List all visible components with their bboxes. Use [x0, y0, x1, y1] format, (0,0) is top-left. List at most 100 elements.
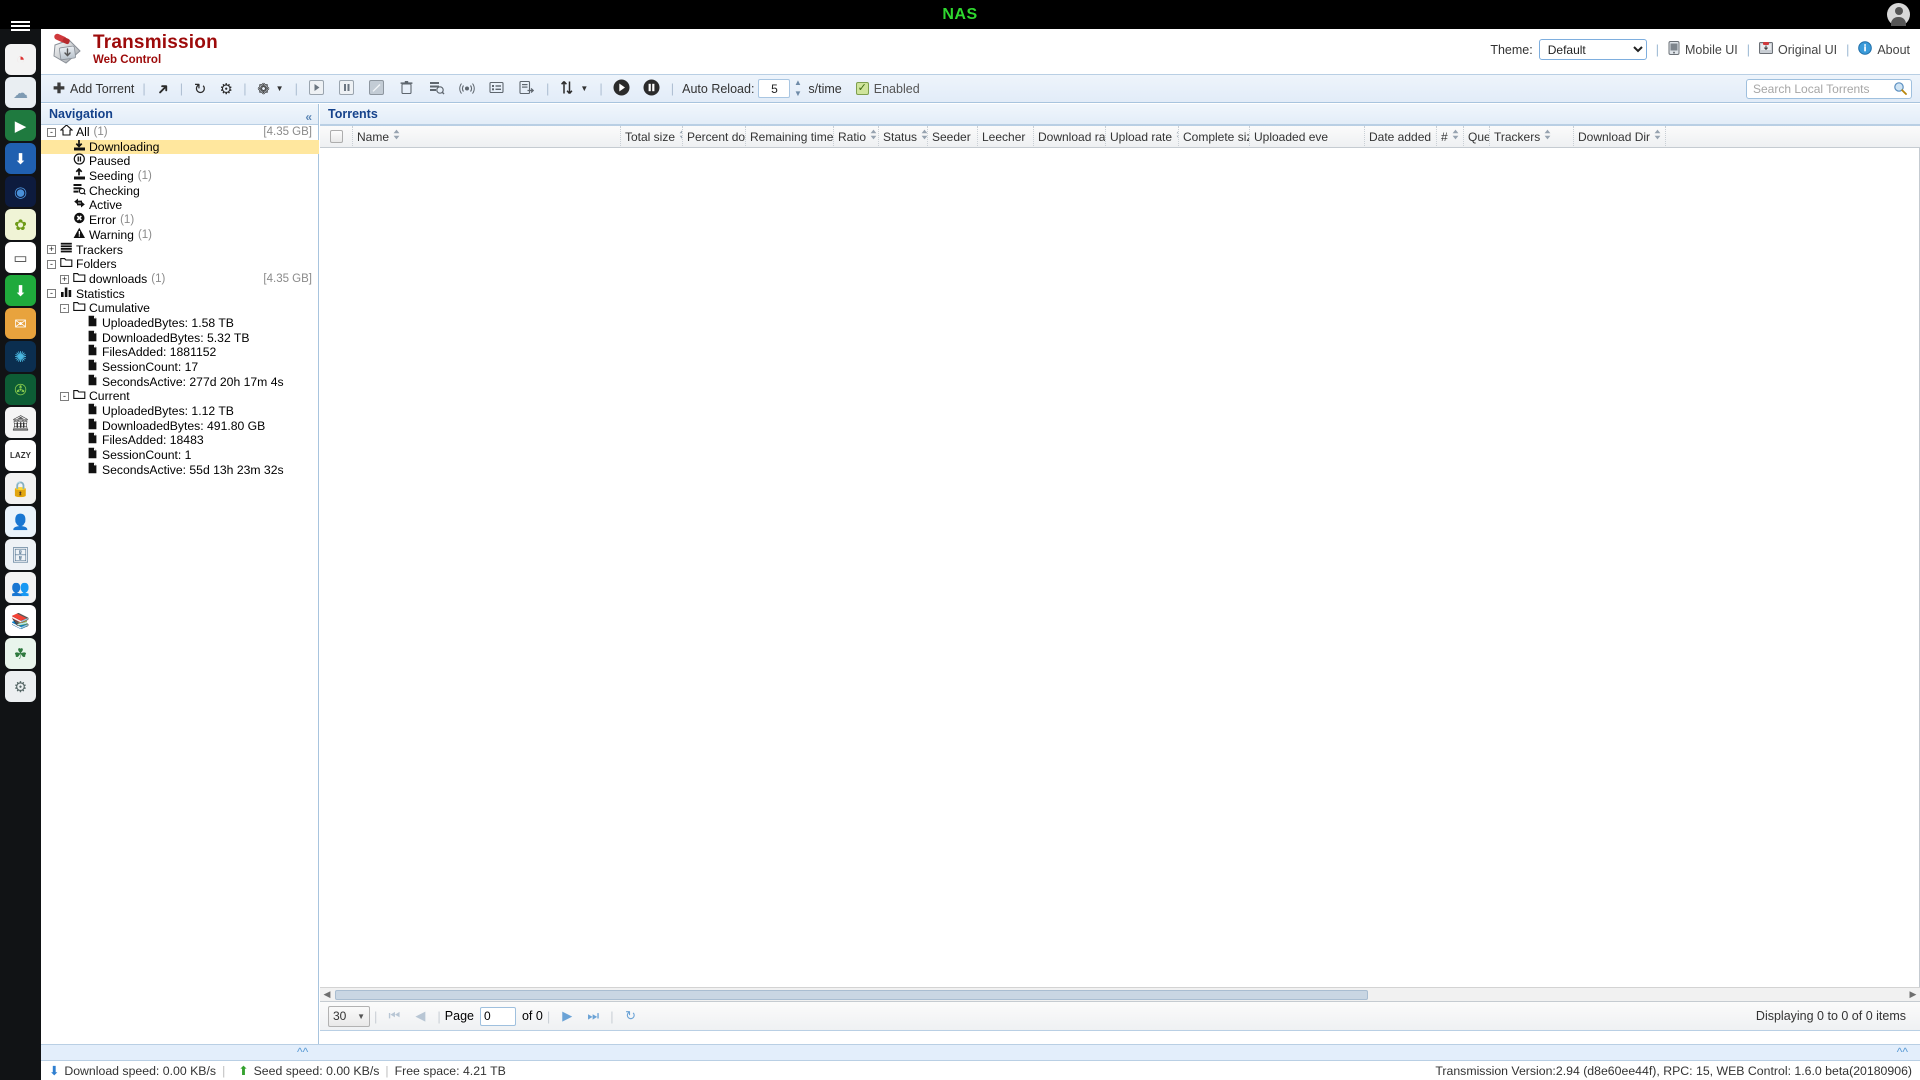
- rail-app-lazylibrarian-icon[interactable]: LAZY: [5, 440, 36, 471]
- refresh-page-icon[interactable]: ↻: [618, 1008, 644, 1024]
- tree-node-all[interactable]: - All (1) [4.35 GB]: [41, 125, 319, 140]
- tree-node-filesadded-1881152[interactable]: FilesAdded: 1881152: [41, 345, 319, 360]
- column-header-download-rate[interactable]: Download rate: [1034, 126, 1106, 147]
- column-header-complete-size[interactable]: Complete size: [1179, 126, 1250, 147]
- tree-node-folders[interactable]: - Folders: [41, 257, 319, 272]
- verify-torrent-button[interactable]: [422, 77, 452, 101]
- collapse-node-icon[interactable]: -: [60, 304, 69, 314]
- collapse-node-icon[interactable]: -: [47, 289, 56, 299]
- horizontal-scrollbar[interactable]: ◀ ▶: [320, 987, 1920, 1001]
- start-torrent-button[interactable]: [302, 77, 332, 101]
- rail-app-mail-icon[interactable]: ✉: [5, 308, 36, 339]
- rail-app-youtube-icon[interactable]: ▭: [5, 242, 36, 273]
- collapse-node-icon[interactable]: -: [47, 127, 56, 137]
- tree-node-downloads[interactable]: + downloads (1) [4.35 GB]: [41, 272, 319, 287]
- sort-arrows-icon[interactable]: [1544, 126, 1551, 147]
- rail-app-sonarr-icon[interactable]: 👤: [5, 506, 36, 537]
- tree-node-secondsactive-55d-13h-23m-32s[interactable]: SecondsActive: 55d 13h 23m 32s: [41, 462, 319, 478]
- column-header-uploaded-ever[interactable]: Uploaded eve: [1250, 126, 1365, 147]
- sort-arrows-icon[interactable]: [921, 126, 927, 147]
- rename-torrent-button[interactable]: [362, 77, 392, 101]
- tree-node-paused[interactable]: Paused: [41, 153, 319, 169]
- sidebar-collapse-up-icon[interactable]: ^^: [297, 1045, 308, 1059]
- spinner-up-icon[interactable]: ▲: [791, 79, 804, 87]
- pause-torrent-button[interactable]: [332, 77, 362, 101]
- rail-app-nextcloud-icon[interactable]: ✿: [5, 209, 36, 240]
- column-header-trackers[interactable]: Trackers: [1490, 126, 1574, 147]
- column-header-percent-done[interactable]: Percent don: [683, 126, 746, 147]
- column-header-select-all[interactable]: [320, 126, 353, 147]
- announce-button[interactable]: [452, 77, 482, 101]
- rail-app-guacamole-icon[interactable]: ✇: [5, 374, 36, 405]
- tree-node-statistics[interactable]: - Statistics: [41, 287, 319, 302]
- expand-node-icon[interactable]: +: [47, 245, 56, 255]
- tree-node-uploadedbytes-1-58-tb[interactable]: UploadedBytes: 1.58 TB: [41, 315, 319, 331]
- theme-select[interactable]: Default: [1538, 39, 1647, 60]
- rail-app-transmission-icon[interactable]: ⬇: [5, 275, 36, 306]
- scroll-left-icon[interactable]: ◀: [320, 989, 334, 1000]
- tree-node-sessioncount-17[interactable]: SessionCount: 17: [41, 359, 319, 375]
- tree-node-secondsactive-277d-20h-17m-4s[interactable]: SecondsActive: 277d 20h 17m 4s: [41, 374, 319, 390]
- tree-node-seeding[interactable]: Seeding (1): [41, 167, 319, 184]
- tree-node-current[interactable]: - Current: [41, 389, 319, 404]
- scrollbar-thumb[interactable]: [335, 989, 1368, 1000]
- sort-arrows-icon[interactable]: [1452, 126, 1459, 147]
- rail-app-cloud-icon[interactable]: ☁: [5, 77, 36, 108]
- mobile-ui-link[interactable]: Mobile UI: [1668, 41, 1738, 58]
- tree-node-downloadedbytes-491-80-gb[interactable]: DownloadedBytes: 491.80 GB: [41, 418, 319, 434]
- select-all-checkbox[interactable]: [329, 130, 343, 143]
- tree-node-cumulative[interactable]: - Cumulative: [41, 301, 319, 316]
- column-header-name[interactable]: Name: [353, 126, 621, 147]
- auto-reload-input[interactable]: [758, 79, 791, 98]
- delete-torrent-button[interactable]: [392, 77, 422, 101]
- tree-node-uploadedbytes-1-12-tb[interactable]: UploadedBytes: 1.12 TB: [41, 403, 319, 419]
- next-page-icon[interactable]: ▶: [554, 1008, 580, 1024]
- column-header-ratio[interactable]: Ratio: [834, 126, 879, 147]
- scroll-right-icon[interactable]: ▶: [1906, 989, 1920, 1000]
- rail-app-users-icon[interactable]: 👥: [5, 572, 36, 603]
- statusbar-collapse-up-icon[interactable]: ^^: [1897, 1045, 1908, 1059]
- tree-node-trackers[interactable]: + Trackers: [41, 242, 319, 258]
- prev-page-icon[interactable]: ◀: [407, 1008, 433, 1024]
- auto-reload-spinner[interactable]: ▲ ▼: [791, 79, 804, 98]
- last-page-icon[interactable]: ⏭: [580, 1008, 606, 1024]
- rail-app-speedtest-icon[interactable]: ◔: [5, 44, 36, 75]
- search-input[interactable]: [1746, 79, 1912, 99]
- rail-app-settings-icon[interactable]: ⚙: [5, 671, 36, 702]
- account-circle-icon[interactable]: [1887, 3, 1910, 26]
- spinner-down-icon[interactable]: ▼: [791, 90, 804, 98]
- change-download-dir-button[interactable]: [512, 77, 542, 101]
- collapse-node-icon[interactable]: -: [47, 260, 56, 270]
- tree-node-filesadded-18483[interactable]: FilesAdded: 18483: [41, 433, 319, 448]
- torrents-grid-body[interactable]: [320, 148, 1920, 987]
- rail-app-deluge-icon[interactable]: ◉: [5, 176, 36, 207]
- collapse-node-icon[interactable]: -: [60, 392, 69, 402]
- column-header-upload-rate[interactable]: Upload rate: [1106, 126, 1179, 147]
- column-header-leecher[interactable]: Leecher: [978, 126, 1034, 147]
- column-header-date-added[interactable]: Date added: [1365, 126, 1437, 147]
- sort-arrows-icon[interactable]: [393, 126, 400, 147]
- dropdown-caret-icon[interactable]: ▼: [273, 84, 287, 93]
- rail-app-download-station-icon[interactable]: ⬇: [5, 143, 36, 174]
- tree-node-error[interactable]: Error (1): [41, 212, 319, 228]
- tree-node-warning[interactable]: Warning (1): [41, 227, 319, 243]
- tree-node-active[interactable]: Active: [41, 198, 319, 213]
- page-size-select[interactable]: 30 ▼: [328, 1005, 370, 1027]
- tree-node-sessioncount-1[interactable]: SessionCount: 1: [41, 447, 319, 463]
- column-header-remaining-time[interactable]: Remaining time: [746, 126, 834, 147]
- tree-node-checking[interactable]: Checking: [41, 183, 319, 199]
- settings-button[interactable]: ⚙: [213, 77, 239, 101]
- start-all-button[interactable]: [607, 77, 637, 101]
- rail-app-plex-icon[interactable]: ▶: [5, 110, 36, 141]
- rail-app-bank-icon[interactable]: 🏛: [5, 407, 36, 438]
- rail-app-books-icon[interactable]: 📚: [5, 605, 36, 636]
- plugins-button[interactable]: ❁ ▼: [251, 77, 291, 101]
- rail-app-lock-icon[interactable]: 🔒: [5, 473, 36, 504]
- reload-button[interactable]: ↻: [187, 77, 213, 101]
- column-header-queue[interactable]: Que: [1464, 126, 1490, 147]
- pause-all-button[interactable]: [637, 77, 667, 101]
- search-icon[interactable]: [1893, 81, 1907, 98]
- rail-app-database-icon[interactable]: 🗄: [5, 539, 36, 570]
- rss-button[interactable]: ➜: [150, 77, 176, 101]
- rail-app-portainer-icon[interactable]: ✺: [5, 341, 36, 372]
